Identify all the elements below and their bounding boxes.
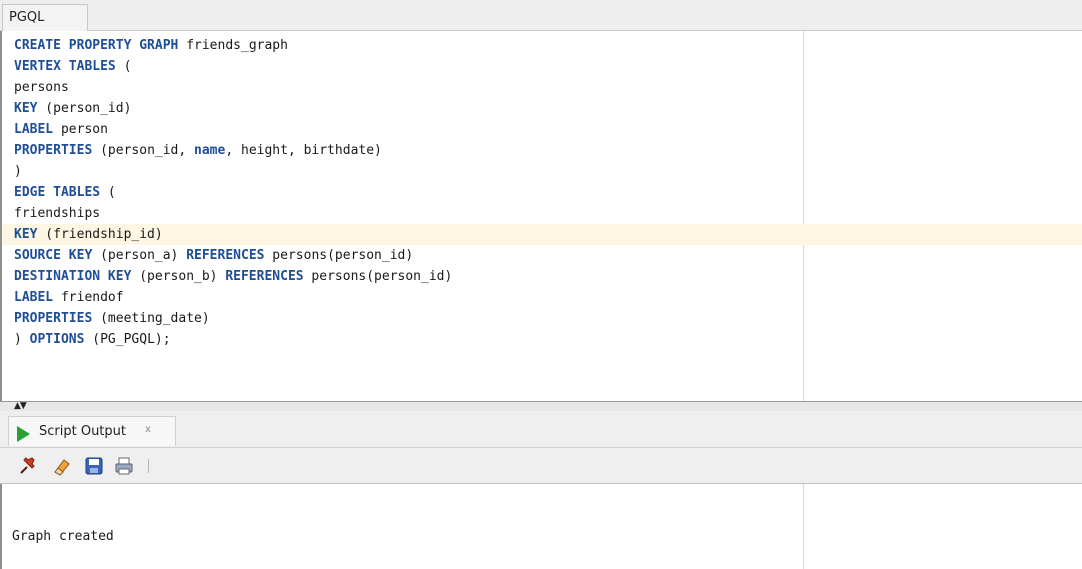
tab-pgql[interactable]: PGQL — [2, 4, 88, 31]
code-keyword: VERTEX TABLES — [14, 59, 116, 74]
code-text: ) — [14, 164, 22, 179]
code-line: ) — [14, 161, 22, 182]
code-text: (person_id) — [37, 101, 132, 116]
code-text: (person_a) — [92, 248, 187, 263]
code-text: persons(person_id) — [264, 248, 414, 263]
code-text: (friendship_id) — [37, 227, 163, 242]
code-line: persons — [14, 77, 69, 98]
code-text: persons — [14, 80, 69, 95]
save-icon[interactable] — [84, 456, 104, 476]
run-icon — [17, 426, 30, 442]
code-keyword: KEY — [14, 101, 38, 116]
code-line: LABEL friendof — [14, 287, 124, 308]
code-text: friendships — [14, 206, 101, 221]
code-line: ) OPTIONS (PG_PGQL); — [14, 329, 171, 350]
code-text: ( — [100, 185, 116, 200]
code-text: person — [53, 122, 108, 137]
tab-script-output[interactable]: Script Output x — [8, 416, 176, 446]
code-keyword: REFERENCES — [225, 269, 304, 284]
code-text: friendof — [53, 290, 124, 305]
toolbar-separator — [148, 459, 149, 473]
code-line: DESTINATION KEY (person_b) REFERENCES pe… — [14, 266, 452, 287]
code-line: friendships — [14, 203, 100, 224]
code-line: VERTEX TABLES ( — [14, 56, 131, 77]
code-keyword: OPTIONS — [29, 332, 85, 347]
code-keyword: PROPERTIES — [14, 143, 93, 158]
code-text: (person_id, — [92, 143, 195, 158]
code-keyword: EDGE TABLES — [14, 185, 101, 200]
code-text: ( — [115, 59, 132, 74]
pane-splitter[interactable]: ▲▼ — [0, 401, 1082, 411]
code-line: PROPERTIES (meeting_date) — [14, 308, 210, 329]
editor-right-margin-line — [803, 31, 804, 401]
code-text: (meeting_date) — [92, 311, 210, 326]
output-right-margin-line — [803, 484, 804, 569]
print-icon[interactable] — [114, 456, 134, 476]
code-keyword: KEY — [14, 227, 38, 242]
pin-icon[interactable] — [18, 456, 38, 476]
code-keyword: DESTINATION KEY — [14, 269, 132, 284]
code-editor[interactable]: CREATE PROPERTY GRAPH friends_graph VERTE… — [0, 31, 1082, 401]
code-keyword: LABEL — [14, 290, 54, 305]
script-output-pane[interactable]: Graph created — [0, 484, 1082, 569]
code-keyword: CREATE PROPERTY GRAPH — [14, 38, 179, 53]
eraser-icon[interactable] — [52, 456, 72, 476]
code-keyword: LABEL — [14, 122, 54, 137]
code-line: LABEL person — [14, 119, 108, 140]
output-message: Graph created — [12, 529, 114, 544]
code-text: (PG_PGQL); — [84, 332, 171, 347]
output-tab-bar: Script Output x — [0, 411, 1082, 448]
current-line-highlight — [2, 224, 1082, 245]
code-text: (person_b) — [131, 269, 226, 284]
splitter-arrows-icon[interactable]: ▲▼ — [14, 402, 27, 411]
code-text: persons(person_id) — [303, 269, 453, 284]
code-line: KEY (person_id) — [14, 98, 131, 119]
code-keyword: REFERENCES — [186, 248, 265, 263]
code-text: friends_graph — [178, 38, 288, 53]
tab-script-output-label: Script Output — [39, 424, 126, 439]
code-line: EDGE TABLES ( — [14, 182, 116, 203]
code-keyword: PROPERTIES — [14, 311, 93, 326]
code-text: ) — [14, 332, 30, 347]
output-toolbar — [0, 448, 1082, 484]
code-line: SOURCE KEY (person_a) REFERENCES persons… — [14, 245, 413, 266]
editor-tab-bar: PGQL — [0, 0, 1082, 31]
code-keyword: SOURCE KEY — [14, 248, 93, 263]
close-icon[interactable]: x — [145, 424, 151, 435]
code-line: PROPERTIES (person_id, name, height, bir… — [14, 140, 382, 161]
code-text: , height, birthdate) — [225, 143, 382, 158]
code-line: CREATE PROPERTY GRAPH friends_graph — [14, 35, 288, 56]
tab-pgql-label: PGQL — [9, 10, 45, 25]
code-keyword: name — [194, 143, 226, 158]
code-line: KEY (friendship_id) — [14, 224, 163, 245]
